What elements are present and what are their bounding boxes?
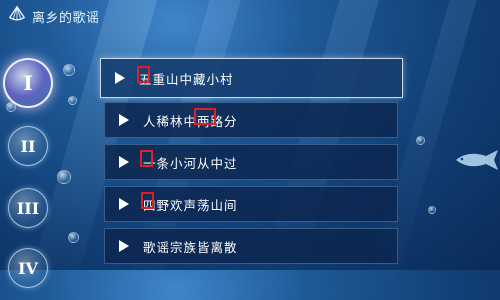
header-bar: 离乡的歌谣 [0, 0, 500, 32]
chapter-button-3[interactable]: III [8, 188, 48, 228]
fish-icon [456, 150, 498, 170]
song-item-2[interactable]: 人稀林中两路分 [104, 102, 398, 138]
chapter-button-4[interactable]: IV [8, 248, 48, 288]
song-item-1[interactable]: 五重山中藏小村 [100, 58, 403, 98]
chapter-label: IV [18, 258, 38, 278]
song-item-4[interactable]: 四野欢声荡山间 [104, 186, 398, 222]
chapter-button-2[interactable]: II [8, 126, 48, 166]
bubble-decoration [428, 206, 436, 214]
song-title: 五重山中藏小村 [137, 65, 234, 88]
bubble-decoration [68, 232, 79, 243]
chapter-label: I [23, 71, 33, 95]
bubble-decoration [416, 136, 425, 145]
play-icon [119, 198, 129, 210]
song-item-5[interactable]: 歌谣宗族皆离散 [104, 228, 398, 264]
page-title: 离乡的歌谣 [32, 11, 100, 26]
highlight-box [140, 149, 153, 167]
song-title: 人稀林中两路分 [143, 107, 238, 130]
chapter-button-1[interactable]: I [3, 58, 53, 108]
bubble-decoration [57, 170, 71, 184]
highlight-box [141, 191, 154, 209]
song-item-3[interactable]: 一条小河从中过 [104, 144, 398, 180]
play-icon [119, 114, 129, 126]
chapter-label: III [16, 198, 40, 218]
bubble-decoration [63, 64, 75, 76]
song-title: 一条小河从中过 [140, 149, 238, 172]
song-title: 歌谣宗族皆离散 [143, 239, 238, 255]
bubble-decoration [68, 96, 77, 105]
play-icon [119, 240, 129, 252]
highlight-box [137, 65, 150, 83]
shell-icon [8, 5, 26, 21]
play-icon [119, 156, 129, 168]
highlight-box [194, 107, 216, 125]
song-title: 四野欢声荡山间 [141, 191, 238, 214]
play-icon [115, 72, 125, 84]
chapter-label: II [20, 136, 36, 156]
